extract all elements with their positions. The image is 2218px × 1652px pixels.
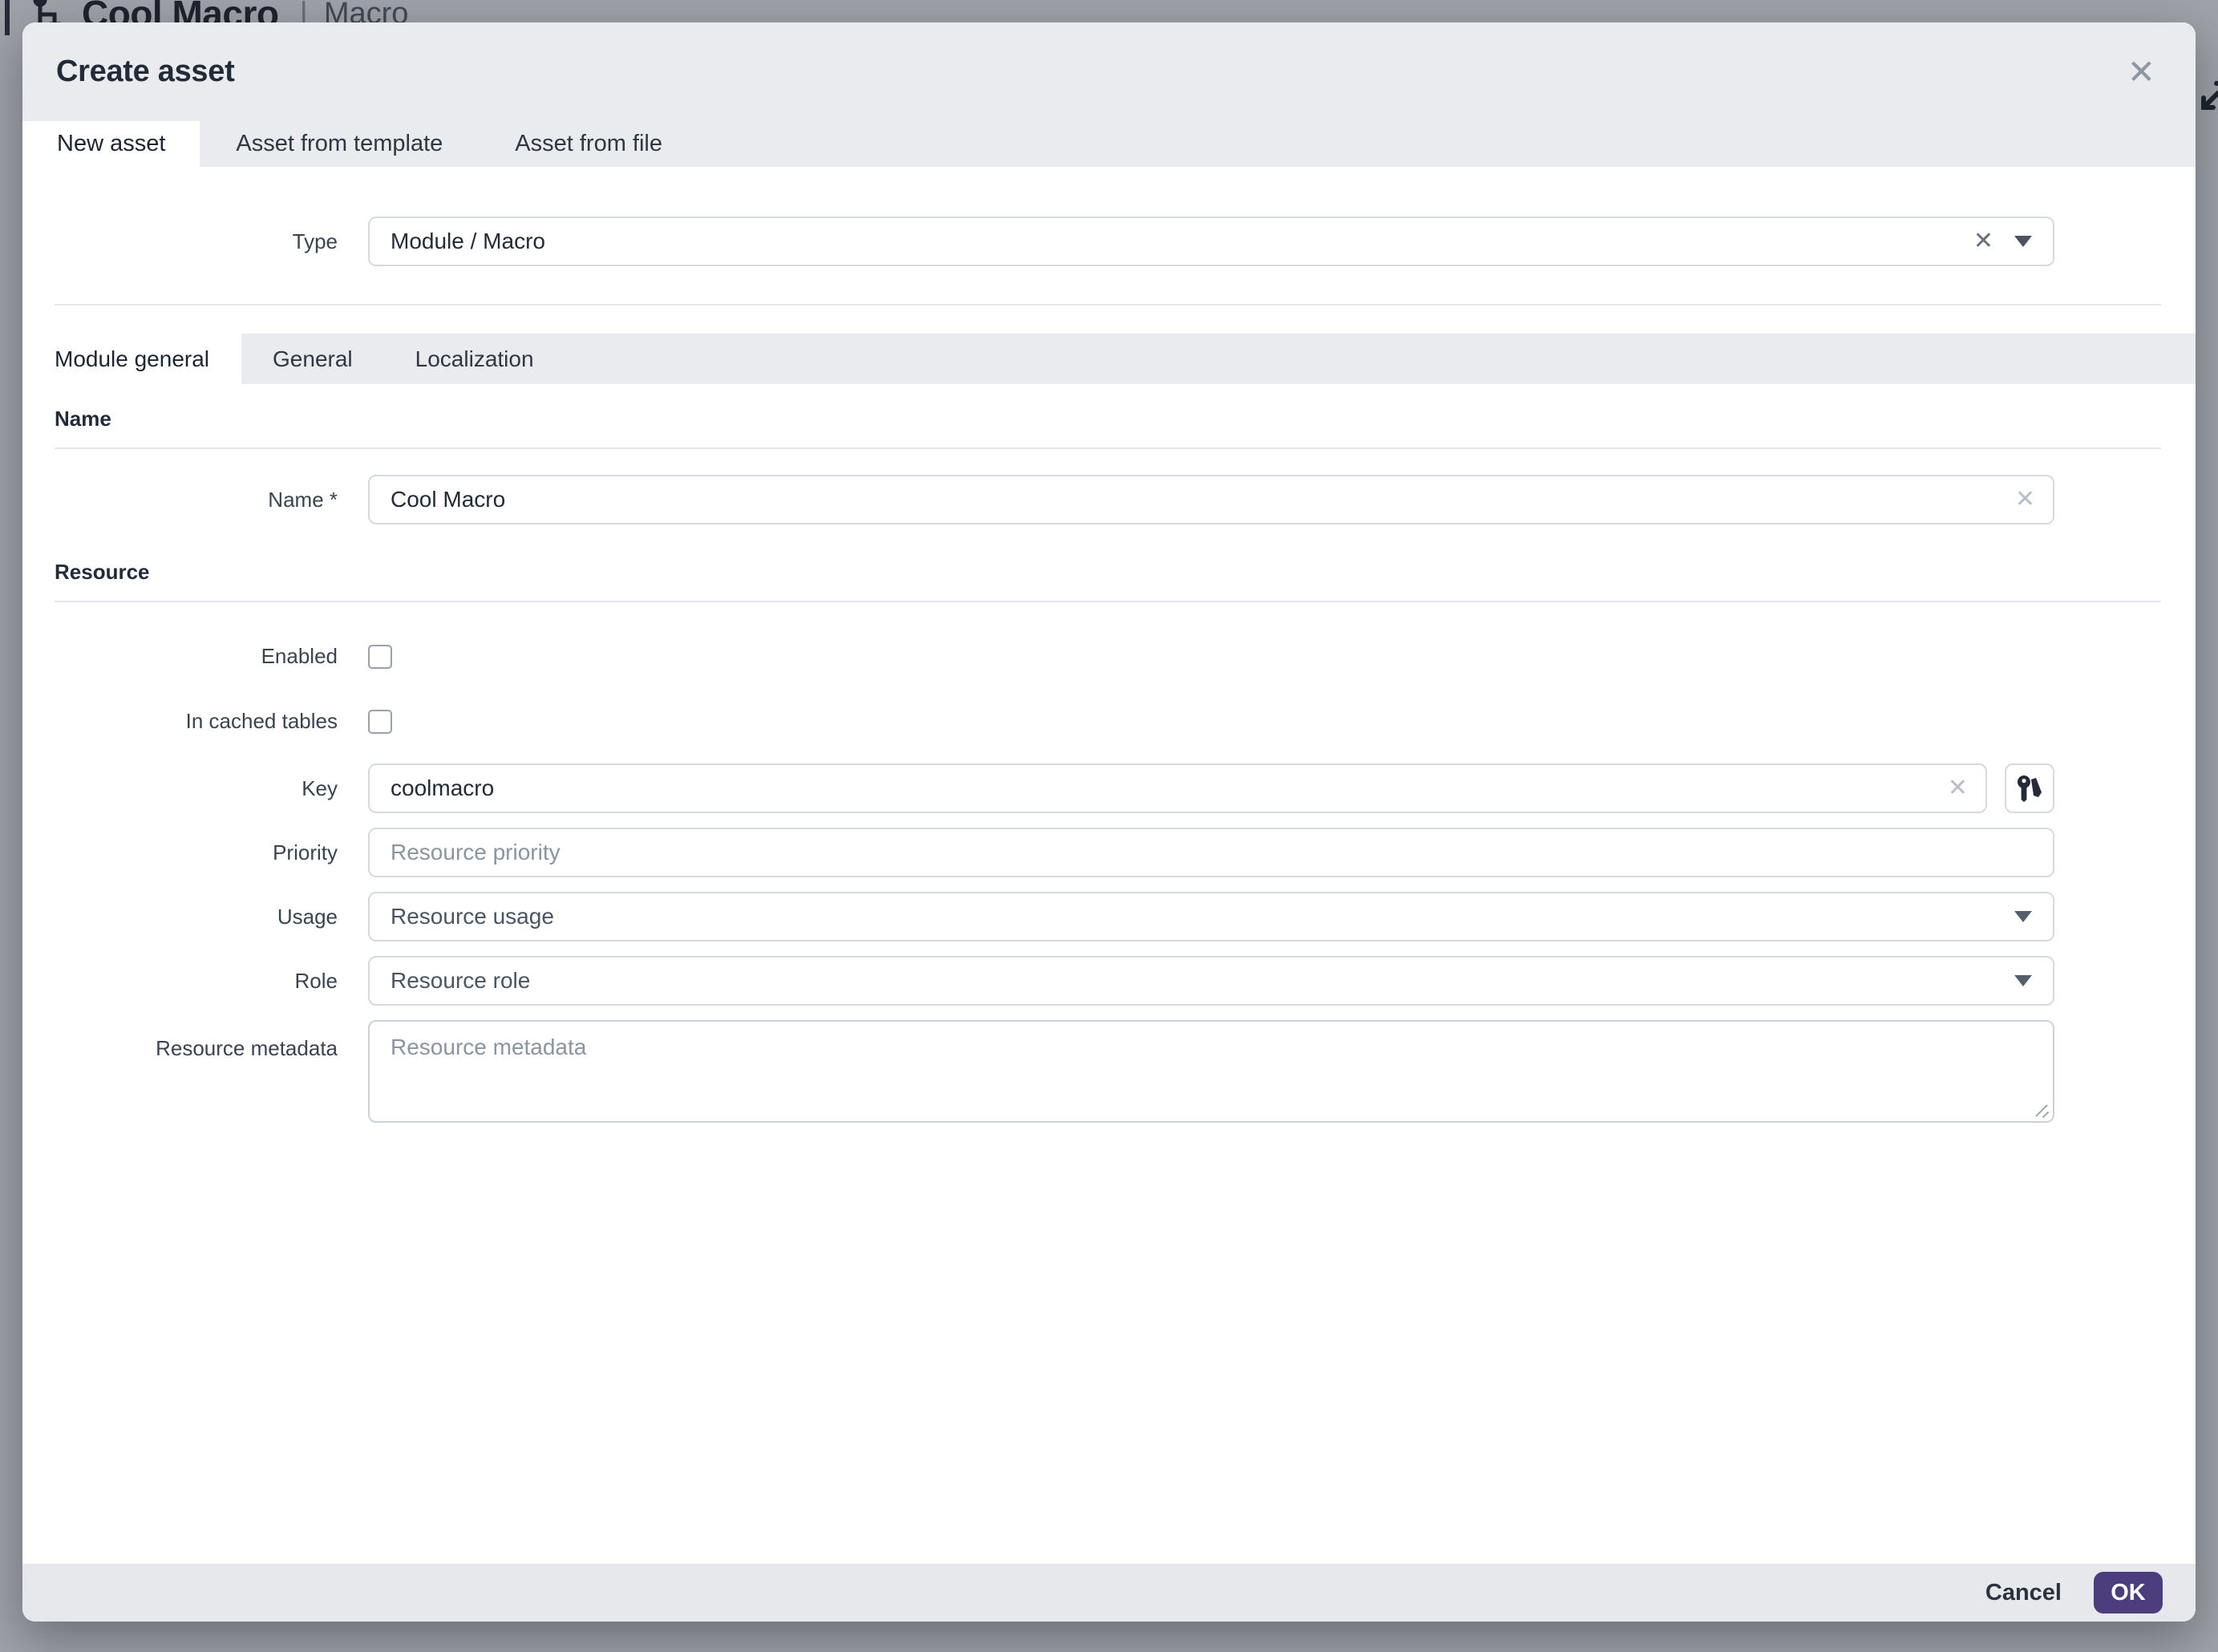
dialog-body: Type Module / Macro ✕ Module general Gen… bbox=[22, 167, 2196, 1622]
type-label: Type bbox=[22, 229, 338, 254]
in-cached-tables-checkbox[interactable] bbox=[368, 710, 392, 734]
section-divider bbox=[55, 447, 2161, 449]
key-input[interactable] bbox=[368, 763, 1987, 813]
priority-label: Priority bbox=[22, 840, 338, 865]
tab-asset-from-template[interactable]: Asset from template bbox=[200, 121, 479, 167]
dialog-title: Create asset bbox=[56, 55, 234, 89]
generate-key-button[interactable] bbox=[2005, 763, 2054, 813]
usage-select[interactable]: Resource usage bbox=[368, 892, 2054, 941]
create-asset-dialog: Create asset ✕ New asset Asset from temp… bbox=[22, 22, 2196, 1622]
priority-input[interactable] bbox=[368, 828, 2054, 877]
form-subtabbar: Module general General Localization bbox=[22, 334, 2196, 384]
section-header-resource: Resource bbox=[55, 560, 2161, 585]
role-select[interactable]: Resource role bbox=[368, 956, 2054, 1006]
name-clear-icon[interactable]: ✕ bbox=[2015, 488, 2035, 512]
key-generate-icon bbox=[2017, 775, 2042, 802]
cancel-button[interactable]: Cancel bbox=[1985, 1580, 2062, 1606]
dialog-tabbar: New asset Asset from template Asset from… bbox=[22, 121, 2196, 167]
name-input[interactable] bbox=[368, 475, 2054, 524]
usage-select-placeholder: Resource usage bbox=[391, 904, 1998, 929]
ok-button[interactable]: OK bbox=[2094, 1572, 2163, 1614]
close-icon[interactable]: ✕ bbox=[2121, 52, 2162, 92]
tab-localization[interactable]: Localization bbox=[384, 334, 565, 384]
priority-field-row: Priority bbox=[22, 828, 2196, 877]
name-field-row: Name * ✕ bbox=[22, 475, 2196, 524]
enabled-label: Enabled bbox=[22, 644, 338, 669]
enabled-field-row: Enabled bbox=[22, 644, 2196, 669]
in-cached-tables-field-row: In cached tables bbox=[22, 709, 2196, 734]
resource-metadata-label: Resource metadata bbox=[22, 1020, 338, 1061]
dialog-footer: Cancel OK bbox=[22, 1564, 2196, 1622]
key-field-row: Key ✕ bbox=[22, 763, 2196, 813]
tab-asset-from-file[interactable]: Asset from file bbox=[479, 121, 698, 167]
screen: Cool Macro | Macro Create asset ✕ New as… bbox=[0, 0, 2218, 1652]
tab-module-general[interactable]: Module general bbox=[22, 334, 241, 384]
role-label: Role bbox=[22, 969, 338, 994]
type-clear-icon[interactable]: ✕ bbox=[1973, 229, 1993, 253]
type-select-value: Module / Macro bbox=[391, 229, 1973, 254]
key-clear-icon[interactable]: ✕ bbox=[1948, 776, 1968, 800]
usage-label: Usage bbox=[22, 905, 338, 929]
section-divider bbox=[55, 601, 2161, 602]
type-field-row: Type Module / Macro ✕ bbox=[22, 217, 2196, 266]
enabled-checkbox[interactable] bbox=[368, 645, 392, 669]
tab-new-asset[interactable]: New asset bbox=[22, 121, 200, 167]
usage-field-row: Usage Resource usage bbox=[22, 892, 2196, 941]
name-label: Name * bbox=[22, 488, 338, 512]
in-cached-tables-label: In cached tables bbox=[22, 709, 338, 734]
type-select[interactable]: Module / Macro ✕ bbox=[368, 217, 2054, 266]
section-header-name: Name bbox=[55, 407, 2161, 431]
usage-chevron-down-icon[interactable] bbox=[2014, 911, 2032, 922]
tab-general[interactable]: General bbox=[241, 334, 384, 384]
role-chevron-down-icon[interactable] bbox=[2014, 975, 2032, 986]
header-divider bbox=[55, 304, 2161, 306]
resource-metadata-textarea[interactable] bbox=[368, 1020, 2054, 1123]
type-chevron-down-icon[interactable] bbox=[2014, 236, 2032, 247]
role-select-placeholder: Resource role bbox=[391, 968, 1998, 994]
key-label: Key bbox=[22, 776, 338, 801]
resource-metadata-field-row: Resource metadata bbox=[22, 1020, 2196, 1127]
dialog-header: Create asset ✕ New asset Asset from temp… bbox=[22, 22, 2196, 167]
role-field-row: Role Resource role bbox=[22, 956, 2196, 1006]
